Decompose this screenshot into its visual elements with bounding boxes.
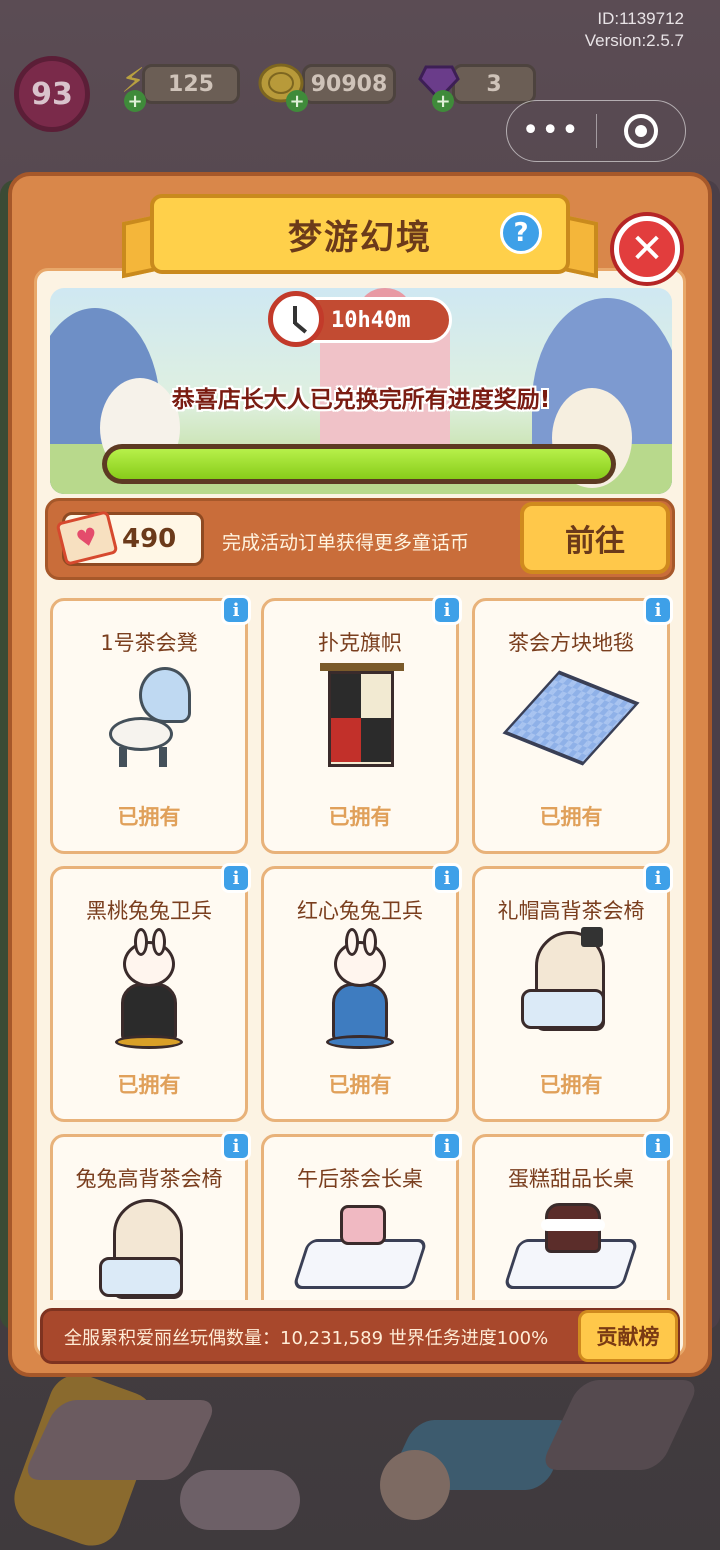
- spade-bunny-guard-art: [89, 928, 209, 1049]
- progress-fill: [107, 449, 611, 479]
- build-info: ID:1139712 Version:2.5.7: [585, 8, 684, 52]
- heart-bunny-guard-art: [300, 928, 420, 1049]
- reward-card[interactable]: 蛋糕甜品长桌 i: [472, 1131, 673, 1300]
- add-gems-button[interactable]: +: [432, 90, 454, 112]
- energy-counter: 125: [142, 64, 240, 104]
- info-icon[interactable]: i: [432, 863, 462, 893]
- item-status: 已拥有: [328, 1073, 392, 1097]
- question-icon[interactable]: ?: [500, 212, 542, 254]
- progress-bar: [102, 444, 616, 484]
- item-status: 已拥有: [539, 1073, 603, 1097]
- top-hat-chair-art: [511, 927, 631, 1041]
- tea-rug-art: [502, 663, 640, 773]
- bg-floor-tile: [539, 1380, 701, 1470]
- reward-grid: 1号茶会凳 已拥有 i 扑克旗帜 已拥有 i 茶会方块地毯 已拥有 i 黑桃兔兔…: [40, 588, 680, 1300]
- world-stats: 全服累积爱丽丝玩偶数量：10,231,589 世界任务进度100%: [64, 1328, 549, 1349]
- item-name: 礼帽高背茶会椅: [497, 899, 645, 923]
- info-icon[interactable]: i: [643, 595, 673, 625]
- reward-card[interactable]: 1号茶会凳 已拥有 i: [50, 595, 251, 854]
- item-name: 茶会方块地毯: [508, 631, 634, 655]
- dialog-title: 梦游幻境: [288, 217, 432, 258]
- info-icon[interactable]: i: [643, 1131, 673, 1161]
- coins-counter: 90908: [302, 64, 396, 104]
- info-icon[interactable]: i: [432, 1131, 462, 1161]
- item-name: 蛋糕甜品长桌: [508, 1167, 634, 1191]
- cake-table-art: [502, 1199, 640, 1300]
- contribution-rank-button[interactable]: 贡献榜: [578, 1310, 678, 1362]
- clock-icon: [268, 291, 324, 347]
- info-icon[interactable]: i: [221, 863, 251, 893]
- reward-card[interactable]: 红心兔兔卫兵 已拥有 i: [261, 863, 462, 1122]
- tea-stool-art: [89, 663, 209, 773]
- miniprogram-capsule: •••: [506, 100, 686, 162]
- item-name: 兔兔高背茶会椅: [75, 1167, 223, 1191]
- reward-card[interactable]: 扑克旗帜 已拥有 i: [261, 595, 462, 854]
- bunny-chair-art: [89, 1199, 209, 1300]
- poker-flag-art: [300, 663, 420, 773]
- item-name: 午后茶会长桌: [297, 1167, 423, 1191]
- reward-card[interactable]: 黑桃兔兔卫兵 已拥有 i: [50, 863, 251, 1122]
- item-status: 已拥有: [328, 805, 392, 829]
- item-name: 红心兔兔卫兵: [297, 899, 423, 923]
- item-status: 已拥有: [117, 805, 181, 829]
- add-coins-button[interactable]: +: [286, 90, 308, 112]
- bg-floor-tile: [380, 1450, 450, 1520]
- item-name: 扑克旗帜: [318, 631, 402, 655]
- version: Version:2.5.7: [584, 31, 684, 50]
- more-dots-icon[interactable]: •••: [507, 116, 596, 146]
- reward-card[interactable]: 兔兔高背茶会椅 i: [50, 1131, 251, 1300]
- go-button[interactable]: 前往: [520, 502, 670, 574]
- item-status: 已拥有: [117, 1073, 181, 1097]
- info-icon[interactable]: i: [432, 595, 462, 625]
- coin-description: 完成活动订单获得更多童话币: [222, 532, 470, 554]
- tea-table-art: [291, 1199, 429, 1300]
- item-status: 已拥有: [539, 805, 603, 829]
- item-name: 1号茶会凳: [100, 631, 198, 655]
- reward-card[interactable]: 茶会方块地毯 已拥有 i: [472, 595, 673, 854]
- info-icon[interactable]: i: [221, 1131, 251, 1161]
- reward-card[interactable]: 礼帽高背茶会椅 已拥有 i: [472, 863, 673, 1122]
- info-icon[interactable]: i: [221, 595, 251, 625]
- gems-counter: 3: [452, 64, 536, 104]
- info-icon[interactable]: i: [643, 863, 673, 893]
- congrats-message: 恭喜店长大人已兑换完所有进度奖励!: [171, 387, 551, 413]
- item-name: 黑桃兔兔卫兵: [86, 899, 212, 923]
- fairy-coin-count: 490: [122, 524, 177, 554]
- user-id: ID:1139712: [597, 9, 684, 28]
- level-badge[interactable]: 93: [14, 56, 90, 132]
- close-icon[interactable]: ✕: [614, 216, 680, 282]
- target-icon[interactable]: [597, 114, 686, 148]
- reward-card[interactable]: 午后茶会长桌 i: [261, 1131, 462, 1300]
- add-energy-button[interactable]: +: [124, 90, 146, 112]
- bg-floor-tile: [180, 1470, 300, 1530]
